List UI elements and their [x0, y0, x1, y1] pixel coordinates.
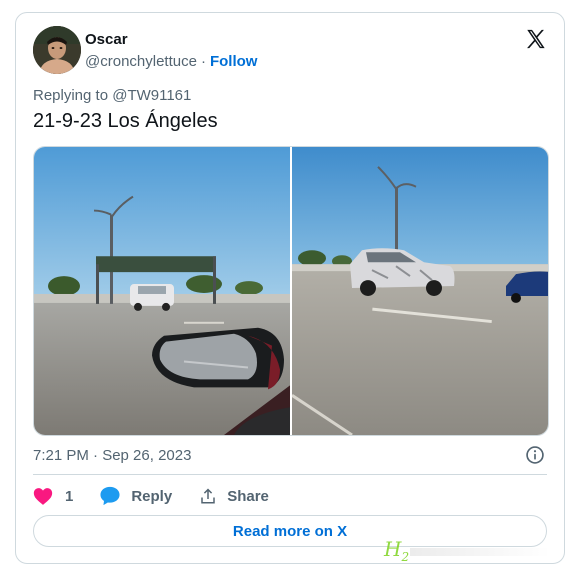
reply-label: Reply	[131, 487, 173, 505]
share-button[interactable]: Share	[199, 487, 269, 505]
tweet-timestamp[interactable]: 7:21 PM · Sep 26, 2023	[33, 447, 191, 464]
follow-link[interactable]: Follow	[210, 53, 258, 70]
reply-button[interactable]: Reply	[99, 486, 172, 506]
author-handle-row: @cronchylettuce · Follow	[85, 53, 257, 70]
tweet-actions: 1 Reply Share	[33, 485, 269, 507]
tweet-photo-1[interactable]	[34, 147, 290, 435]
author-name[interactable]: Oscar	[85, 31, 128, 48]
separator-dot: ·	[200, 53, 206, 70]
share-label: Share	[227, 487, 269, 505]
like-button[interactable]: 1	[33, 487, 73, 506]
avatar[interactable]	[33, 26, 81, 74]
share-upload-icon	[201, 488, 215, 504]
read-more-button[interactable]: Read more on X	[33, 515, 547, 547]
heart-icon	[33, 487, 53, 505]
like-count: 1	[65, 487, 74, 505]
x-logo-icon[interactable]	[524, 28, 547, 50]
speech-bubble-icon	[100, 486, 120, 506]
divider	[33, 474, 547, 475]
watermark-fade	[410, 548, 550, 556]
replying-handle[interactable]: @TW91161	[112, 87, 191, 104]
tweet-photo-2[interactable]	[292, 147, 549, 435]
replying-to-line: Replying to @TW91161	[33, 87, 191, 104]
author-handle[interactable]: @cronchylettuce	[85, 53, 197, 70]
media-grid	[33, 146, 549, 436]
embedded-tweet-card: Oscar @cronchylettuce · Follow Replying to…	[15, 12, 565, 564]
info-icon[interactable]	[525, 445, 545, 465]
watermark-logo: H2	[384, 537, 410, 564]
tweet-text: 21-9-23 Los Ángeles	[33, 110, 218, 132]
replying-prefix: Replying to	[33, 87, 113, 104]
